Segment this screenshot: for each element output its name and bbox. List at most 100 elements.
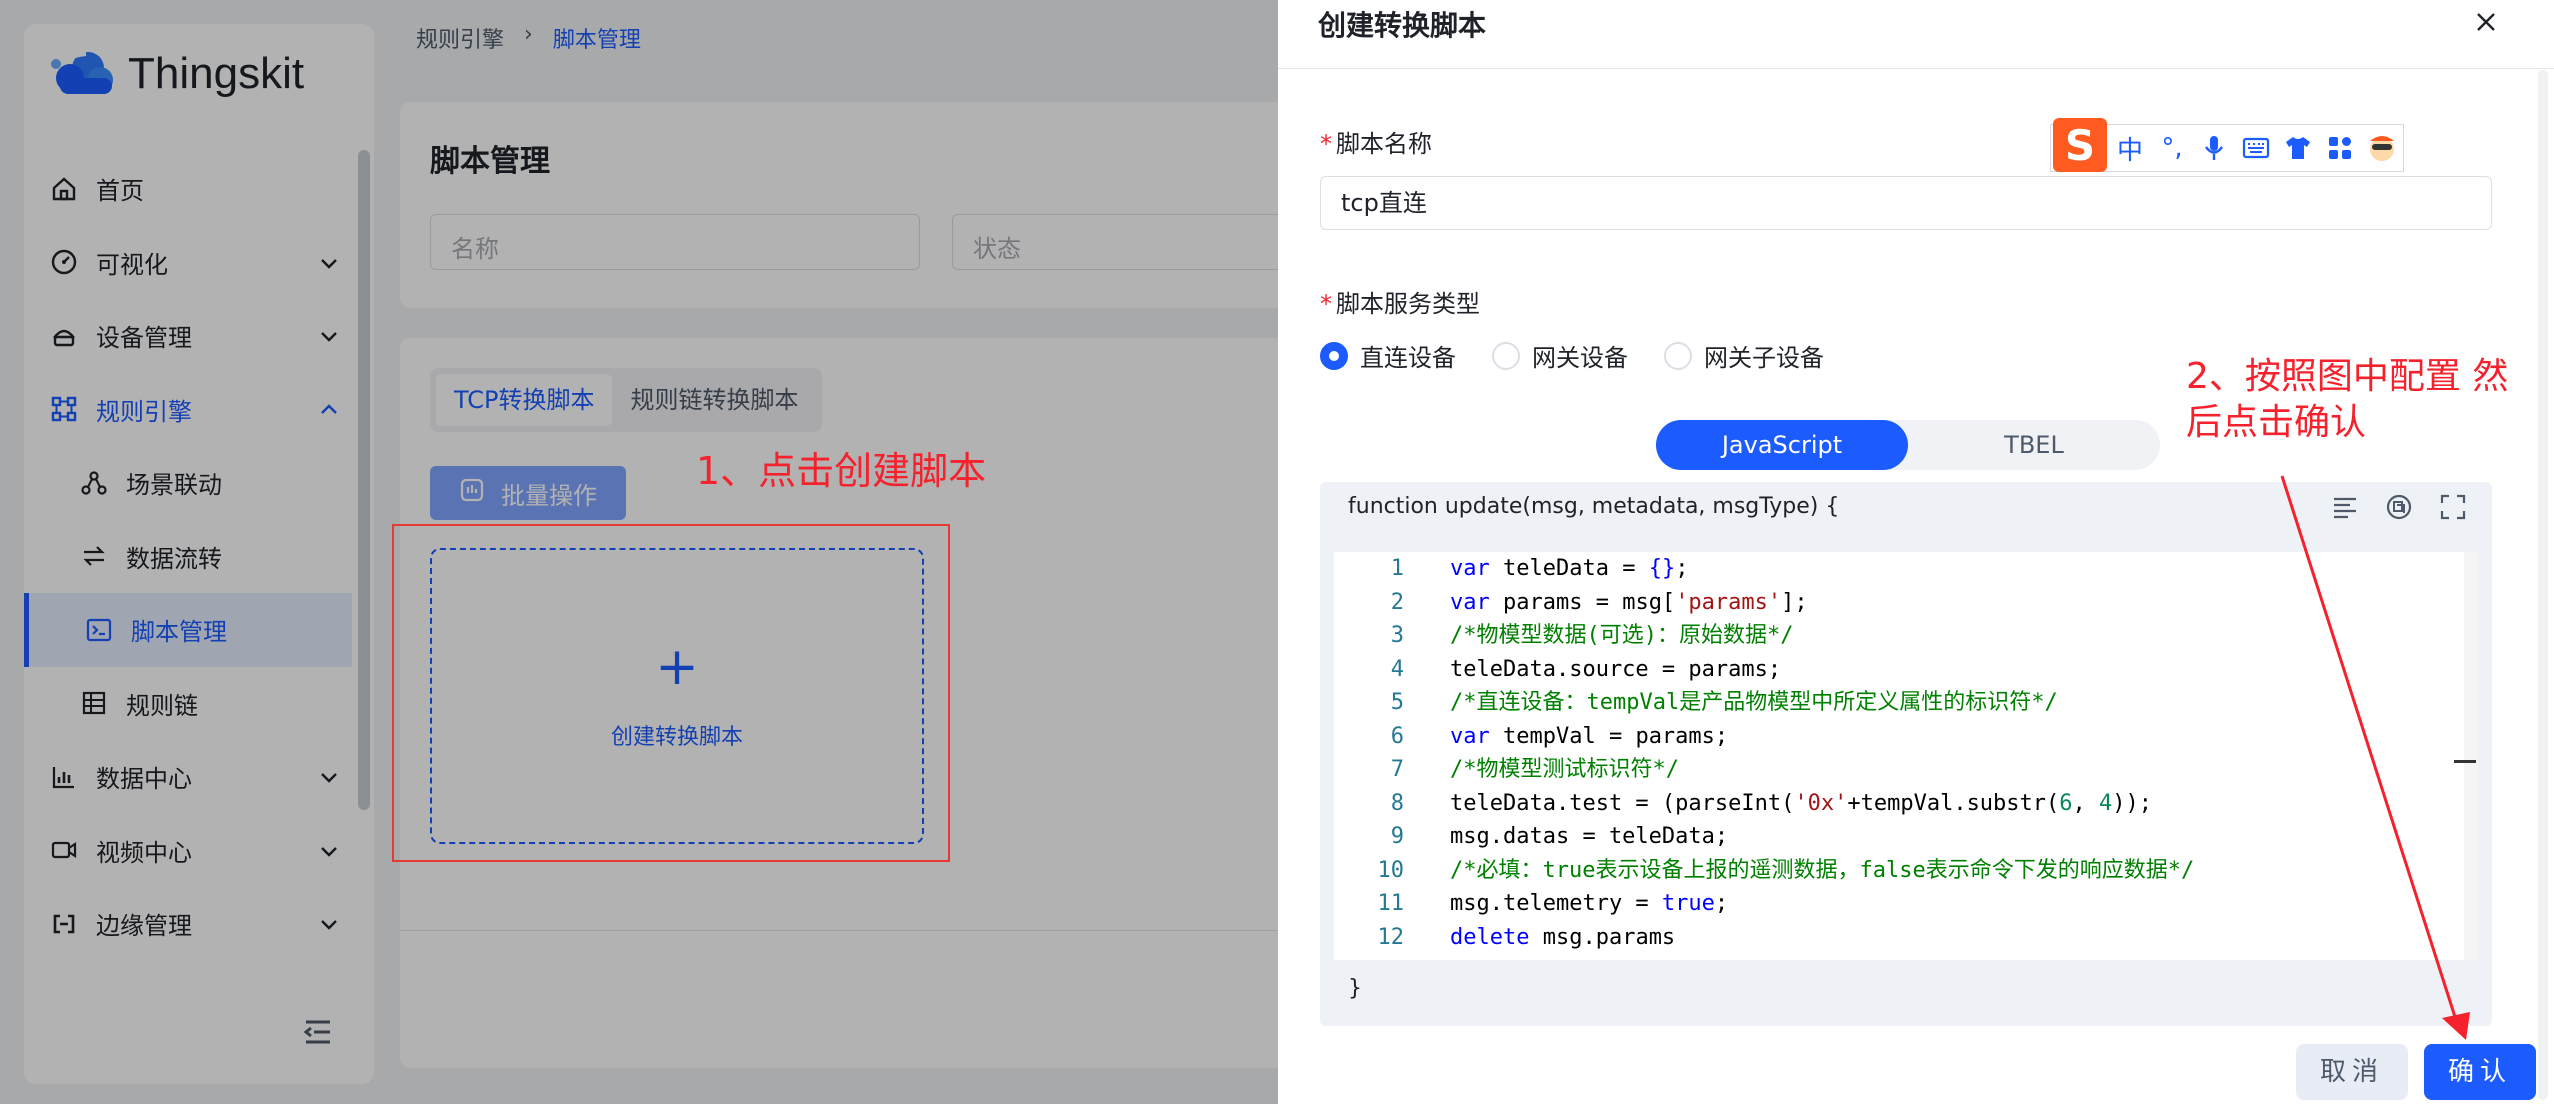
code-token: teleData.test = (parseInt( bbox=[1450, 790, 1795, 816]
code-token: ]; bbox=[1781, 589, 1808, 615]
code-text: var teleData = {}; bbox=[1450, 552, 1688, 586]
code-token: delete bbox=[1450, 924, 1530, 950]
code-token: ; bbox=[1714, 891, 1729, 916]
line-number: 12 bbox=[1377, 924, 1405, 950]
code-token: msg.params bbox=[1529, 924, 1676, 950]
code-text: msg.datas = teleData; bbox=[1450, 820, 1728, 854]
code-line[interactable]: 3 /*物模型数据(可选)：原始数据*/ bbox=[1334, 619, 2478, 653]
confirm-button[interactable]: 确认 bbox=[2424, 1044, 2536, 1100]
radio-gateway-sub-device[interactable]: 网关子设备 bbox=[1664, 338, 1824, 373]
overview-ruler-mark bbox=[2454, 760, 2476, 763]
code-editor[interactable]: 1 var teleData = {}; 2 var params = msg['pa… bbox=[1334, 552, 2478, 960]
script-name-label: * 脚本名称 bbox=[1320, 124, 1432, 159]
code-token: params = msg[ bbox=[1489, 589, 1676, 615]
code-token: /*必填：true表示设备上报的遥测数据，false表示命令下发的响应数据*/ bbox=[1450, 857, 2195, 883]
code-text: delete msg.params bbox=[1450, 921, 1675, 955]
code-token: teleData = bbox=[1489, 556, 1649, 581]
code-line[interactable]: 1 var teleData = {}; bbox=[1334, 552, 2478, 586]
code-token: 4 bbox=[2099, 790, 2113, 816]
script-type-label: * 脚本服务类型 bbox=[1320, 284, 1480, 319]
code-token: )); bbox=[2112, 790, 2153, 816]
script-name-label-text: 脚本名称 bbox=[1336, 130, 1432, 158]
code-line[interactable]: 9 msg.datas = teleData; bbox=[1334, 820, 2478, 854]
copy-script-icon[interactable] bbox=[2384, 492, 2414, 522]
line-number: 3 bbox=[1390, 623, 1404, 648]
drawer-title: 创建转换脚本 bbox=[1318, 9, 1487, 42]
microphone-icon[interactable] bbox=[2195, 129, 2233, 167]
mascot-icon[interactable] bbox=[2363, 129, 2401, 167]
line-number: 1 bbox=[1390, 556, 1404, 581]
radio-direct-device[interactable]: 直连设备 bbox=[1320, 338, 1456, 373]
code-text: var params = msg['params']; bbox=[1450, 586, 1808, 620]
cancel-button[interactable]: 取消 bbox=[2296, 1044, 2408, 1100]
line-number: 2 bbox=[1390, 589, 1404, 615]
keyboard-icon[interactable] bbox=[2237, 129, 2275, 167]
code-line[interactable]: 7 /*物模型测试标识符*/ bbox=[1334, 753, 2478, 787]
code-token: var bbox=[1450, 589, 1490, 615]
close-icon[interactable] bbox=[2468, 4, 2504, 40]
fullscreen-icon[interactable] bbox=[2438, 492, 2468, 522]
code-token: '0x' bbox=[1794, 790, 1848, 816]
code-token: 'params' bbox=[1675, 589, 1782, 615]
script-type-label-text: 脚本服务类型 bbox=[1336, 290, 1480, 318]
format-align-icon[interactable] bbox=[2330, 492, 2360, 522]
radio-gateway-device[interactable]: 网关设备 bbox=[1492, 338, 1628, 373]
code-line[interactable]: 5 /*直连设备：tempVal是产品物模型中所定义属性的标识符*/ bbox=[1334, 686, 2478, 720]
code-token: /*直连设备：tempVal是产品物模型中所定义属性的标识符*/ bbox=[1450, 690, 2058, 715]
annotation-highlight-box bbox=[392, 524, 950, 862]
annotation-step-1: 1、点击创建脚本 bbox=[696, 449, 987, 493]
code-line[interactable]: 4 teleData.source = params; bbox=[1334, 653, 2478, 687]
line-number: 6 bbox=[1390, 723, 1404, 749]
line-number: 8 bbox=[1390, 790, 1404, 816]
create-script-drawer: 创建转换脚本 * 脚本名称 tcp直连 S 中 °, * 脚本服务类型 直连设备… bbox=[1278, 0, 2554, 1104]
code-text: /*必填：true表示设备上报的遥测数据，false表示命令下发的响应数据*/ bbox=[1450, 854, 2194, 888]
code-token: /*物模型数据(可选)：原始数据*/ bbox=[1450, 623, 1794, 648]
lang-javascript[interactable]: JavaScript bbox=[1656, 420, 1908, 470]
ime-toolbar: S 中 °, bbox=[2050, 118, 2404, 172]
code-token: +tempVal.substr( bbox=[1847, 790, 2060, 816]
code-text: msg.telemetry = true; bbox=[1450, 887, 1728, 921]
code-token: var bbox=[1450, 556, 1490, 581]
drawer-scrollbar[interactable] bbox=[2538, 70, 2548, 1100]
code-line[interactable]: 2 var params = msg['params']; bbox=[1334, 586, 2478, 620]
radio-checked-icon bbox=[1320, 341, 1348, 370]
ime-logo[interactable]: S bbox=[2053, 118, 2107, 172]
code-line[interactable]: 12 delete msg.params bbox=[1334, 921, 2478, 955]
line-number: 7 bbox=[1390, 757, 1404, 782]
code-text: /*直连设备：tempVal是产品物模型中所定义属性的标识符*/ bbox=[1450, 686, 2058, 720]
code-token: tempVal = params; bbox=[1489, 723, 1729, 749]
code-line[interactable]: 6 var tempVal = params; bbox=[1334, 720, 2478, 754]
line-number: 9 bbox=[1390, 824, 1404, 849]
code-line[interactable]: 8 teleData.test = (parseInt('0x'+tempVal.… bbox=[1334, 787, 2478, 821]
lang-tbel[interactable]: TBEL bbox=[1908, 420, 2160, 470]
code-line[interactable]: 10 /*必填：true表示设备上报的遥测数据，false表示命令下发的响应数据*… bbox=[1334, 854, 2478, 888]
script-name-input[interactable]: tcp直连 bbox=[1320, 176, 2492, 230]
skin-shirt-icon[interactable] bbox=[2279, 129, 2317, 167]
editor-scrollbar[interactable] bbox=[2464, 552, 2478, 960]
radio-label: 直连设备 bbox=[1360, 344, 1456, 372]
line-number: 4 bbox=[1390, 656, 1404, 682]
ime-punctuation-toggle[interactable]: °, bbox=[2153, 129, 2191, 167]
required-mark: * bbox=[1320, 130, 1332, 158]
code-function-header: function update(msg, metadata, msgType) … bbox=[1348, 494, 1840, 519]
code-token: {} bbox=[1648, 556, 1676, 581]
code-function-footer: } bbox=[1348, 976, 1362, 1001]
ime-language-toggle[interactable]: 中 bbox=[2111, 129, 2149, 167]
radio-label: 网关子设备 bbox=[1704, 344, 1824, 372]
toolbox-grid-icon[interactable] bbox=[2321, 129, 2359, 167]
radio-unchecked-icon bbox=[1492, 341, 1520, 370]
radio-unchecked-icon bbox=[1664, 341, 1692, 370]
line-number: 10 bbox=[1377, 857, 1405, 883]
radio-label: 网关设备 bbox=[1532, 344, 1628, 372]
code-line[interactable]: 11 msg.telemetry = true; bbox=[1334, 887, 2478, 921]
code-panel: function update(msg, metadata, msgType) … bbox=[1320, 482, 2492, 1026]
drawer-header-divider bbox=[1278, 68, 2554, 69]
code-token: ; bbox=[1675, 556, 1689, 581]
script-type-radio-group: 直连设备 网关设备 网关子设备 bbox=[1320, 338, 1824, 373]
code-text: /*物模型数据(可选)：原始数据*/ bbox=[1450, 619, 1793, 653]
code-text: teleData.source = params; bbox=[1450, 653, 1781, 687]
code-text: /*物模型测试标识符*/ bbox=[1450, 753, 1679, 787]
code-token: , bbox=[2072, 790, 2100, 816]
code-token: 6 bbox=[2059, 790, 2073, 816]
code-token: msg.datas = teleData; bbox=[1450, 824, 1729, 849]
